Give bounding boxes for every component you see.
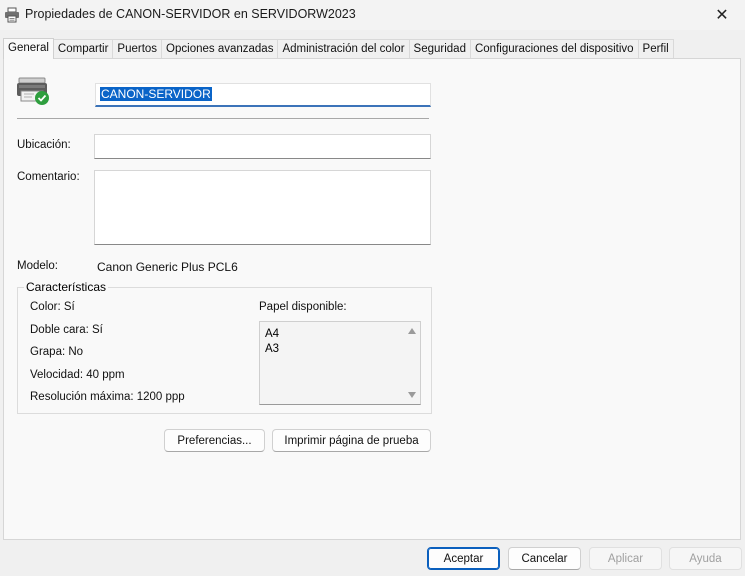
ok-button[interactable]: Aceptar	[427, 547, 500, 570]
printer-name-input[interactable]: CANON-SERVIDOR	[95, 83, 431, 107]
print-test-page-button[interactable]: Imprimir página de prueba	[272, 429, 431, 452]
printer-name-text: CANON-SERVIDOR	[100, 87, 212, 101]
feature-duplex: Doble cara: Sí	[30, 324, 103, 336]
tab-seguridad[interactable]: Seguridad	[408, 39, 471, 59]
feature-resolution: Resolución máxima: 1200 ppp	[30, 391, 185, 403]
comment-input[interactable]	[94, 170, 431, 245]
paper-list-scrollbar[interactable]	[404, 322, 420, 404]
close-button[interactable]: ✕	[699, 0, 745, 30]
feature-staple: Grapa: No	[30, 346, 84, 358]
apply-button[interactable]: Aplicar	[589, 547, 662, 570]
printer-ready-icon	[17, 77, 49, 105]
cancel-button[interactable]: Cancelar	[508, 547, 581, 570]
tab-perfil[interactable]: Perfil	[637, 39, 674, 59]
help-button[interactable]: Ayuda	[669, 547, 742, 570]
title-bar: Propiedades de CANON-SERVIDOR en SERVIDO…	[0, 0, 745, 30]
scroll-up-icon[interactable]	[408, 328, 416, 334]
tab-compartir[interactable]: Compartir	[52, 39, 114, 59]
features-title: Características	[24, 280, 109, 294]
model-label: Modelo:	[17, 260, 58, 272]
tab-configuraciones-dispositivo[interactable]: Configuraciones del dispositivo	[469, 39, 639, 59]
window-title: Propiedades de CANON-SERVIDOR en SERVIDO…	[25, 7, 356, 21]
printer-icon	[5, 7, 19, 23]
feature-color: Color: Sí	[30, 301, 75, 313]
comment-label: Comentario:	[17, 171, 80, 183]
list-item[interactable]: A3	[260, 342, 420, 357]
tab-administracion-color[interactable]: Administración del color	[277, 39, 410, 59]
tab-strip: General Compartir Puertos Opciones avanz…	[3, 38, 674, 59]
tab-opciones-avanzadas[interactable]: Opciones avanzadas	[161, 39, 279, 59]
model-value: Canon Generic Plus PCL6	[97, 260, 238, 274]
tab-puertos[interactable]: Puertos	[112, 39, 163, 59]
separator	[17, 118, 429, 119]
preferences-button[interactable]: Preferencias...	[164, 429, 265, 452]
tab-general[interactable]: General	[3, 38, 54, 59]
close-icon: ✕	[715, 7, 729, 24]
feature-speed: Velocidad: 40 ppm	[30, 369, 125, 381]
paper-label: Papel disponible:	[259, 301, 347, 313]
list-item[interactable]: A4	[260, 327, 420, 342]
paper-list[interactable]: A4 A3	[259, 321, 421, 405]
scroll-down-icon[interactable]	[408, 392, 416, 398]
location-label: Ubicación:	[17, 139, 71, 151]
location-input[interactable]	[94, 134, 431, 159]
